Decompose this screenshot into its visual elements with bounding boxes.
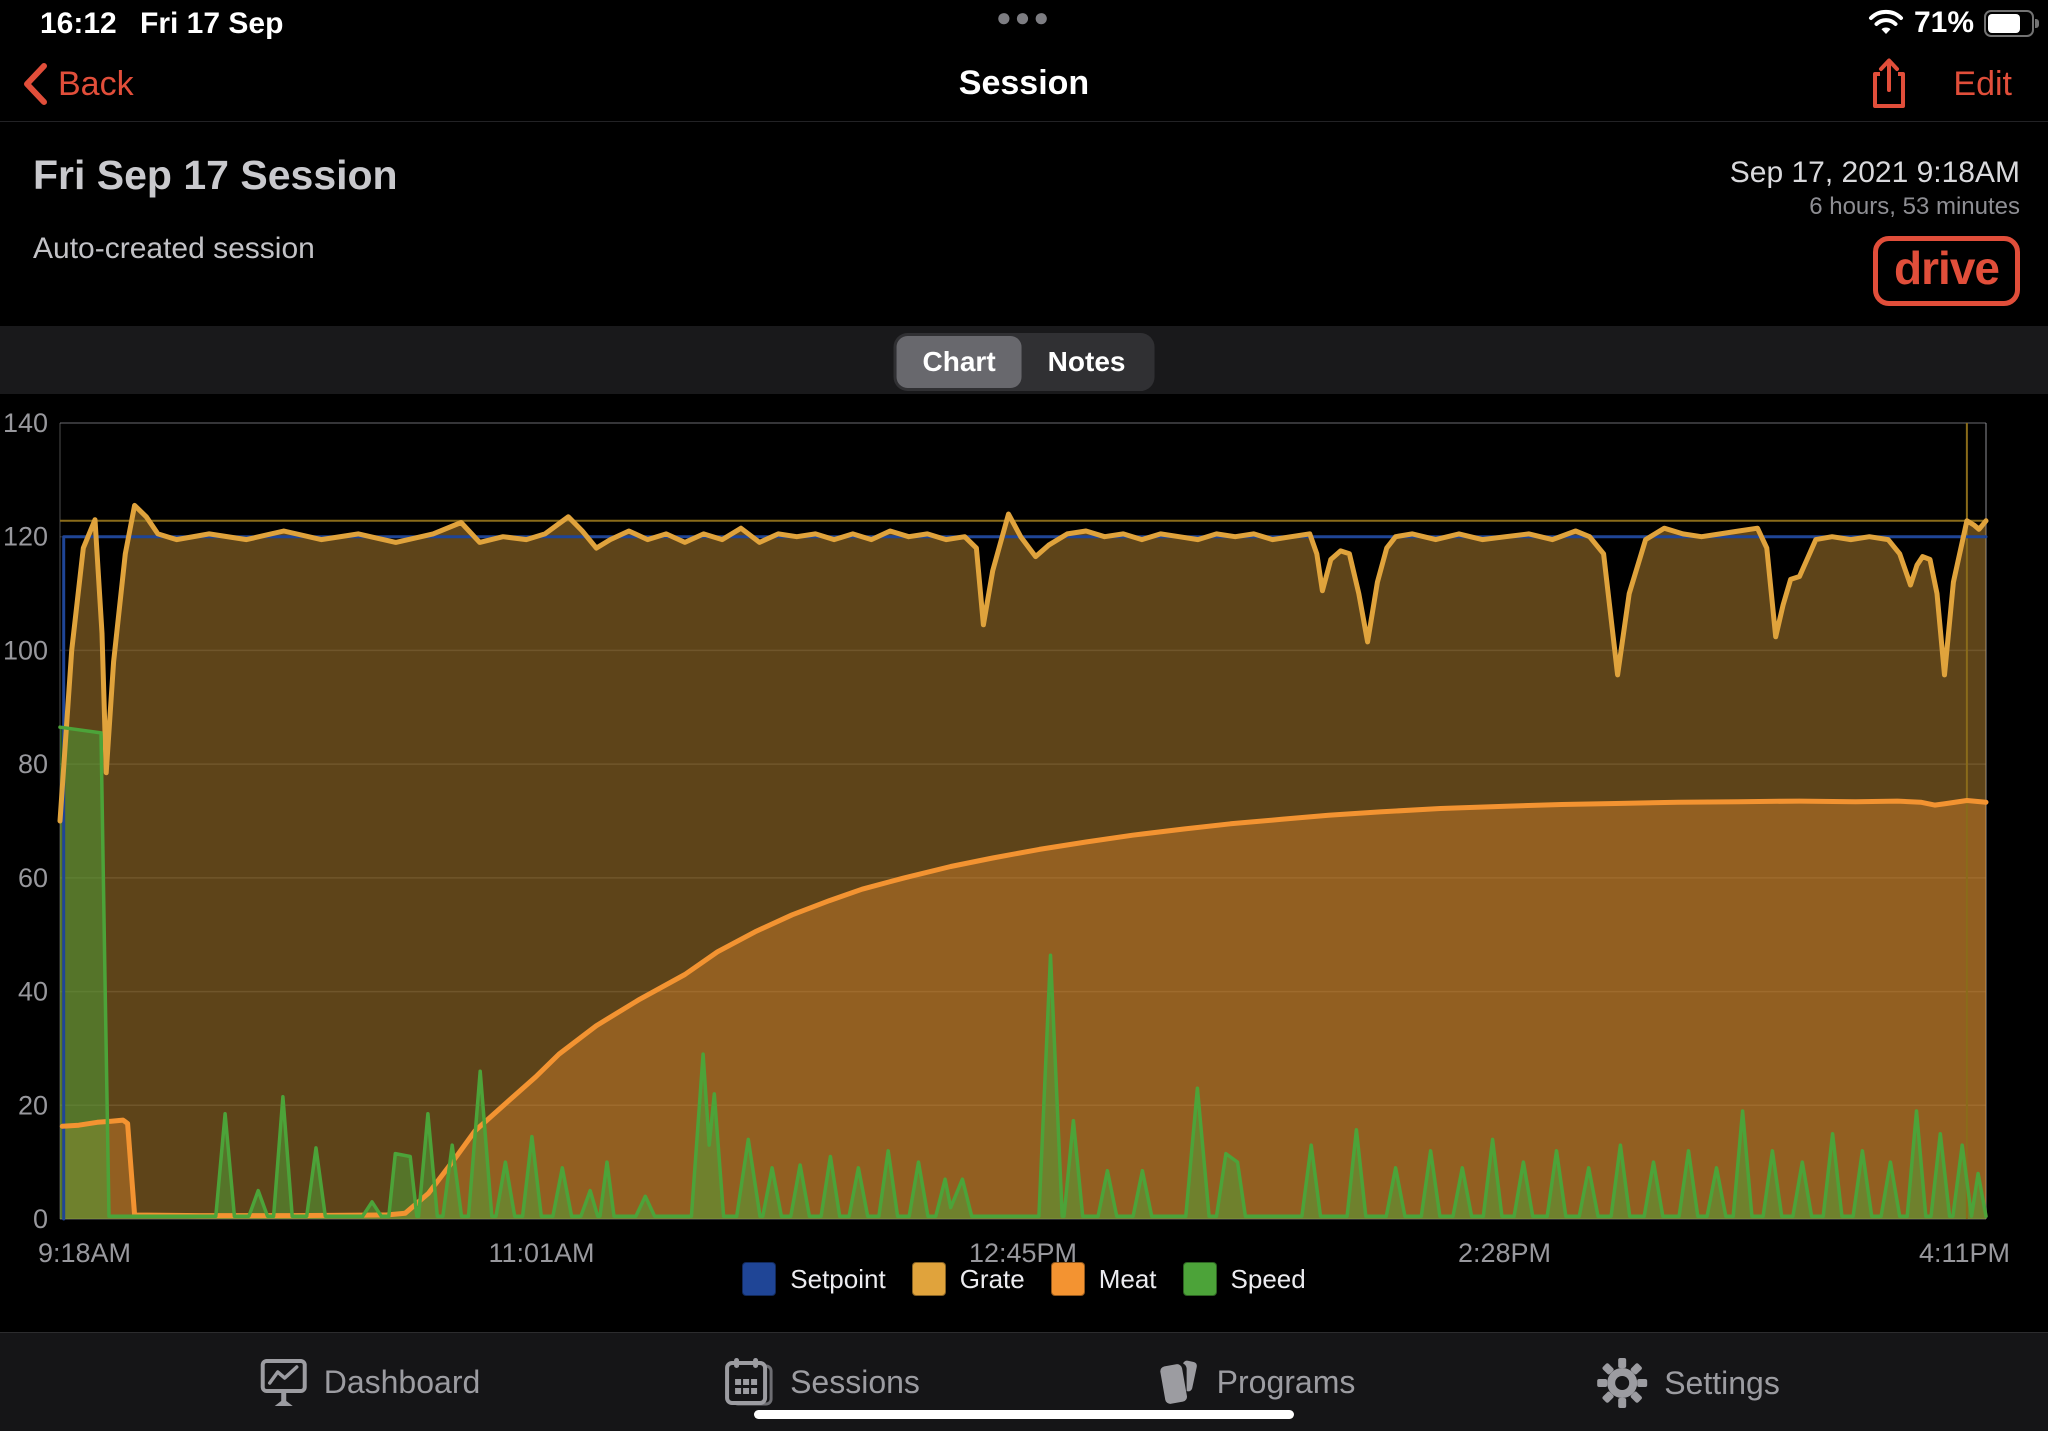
svg-text:140: 140 bbox=[3, 408, 48, 438]
page-title: Session bbox=[959, 64, 1089, 103]
dashboard-icon bbox=[260, 1357, 308, 1407]
session-title: Fri Sep 17 Session bbox=[33, 152, 398, 199]
svg-text:80: 80 bbox=[18, 749, 48, 779]
back-label: Back bbox=[58, 65, 134, 104]
multitasking-dots-icon[interactable]: ●●● bbox=[996, 2, 1052, 33]
back-button[interactable]: Back bbox=[22, 62, 134, 106]
status-bar: 16:12 Fri 17 Sep ●●● 71% bbox=[0, 0, 2048, 44]
session-duration: 6 hours, 53 minutes bbox=[1809, 193, 2020, 221]
nav-bar: Back Session Edit bbox=[0, 44, 2048, 122]
session-subtitle: Auto-created session bbox=[33, 232, 315, 266]
wifi-icon bbox=[1868, 9, 1904, 37]
svg-text:0: 0 bbox=[33, 1204, 48, 1234]
grate-swatch bbox=[912, 1262, 946, 1296]
chevron-left-icon bbox=[22, 62, 48, 106]
tab-notes[interactable]: Notes bbox=[1022, 336, 1152, 388]
tab-settings[interactable]: Settings bbox=[1596, 1357, 1780, 1409]
status-time: 16:12 bbox=[40, 7, 117, 41]
session-chart[interactable]: 0204060801001201409:18AM11:01AM12:45PM2:… bbox=[0, 0, 2048, 1431]
chart-notes-segmented-control: Chart Notes bbox=[894, 333, 1155, 391]
battery-icon bbox=[1984, 10, 2034, 37]
programs-cards-icon bbox=[1155, 1357, 1201, 1407]
legend-item-setpoint: Setpoint bbox=[742, 1262, 885, 1296]
tab-sessions[interactable]: Sessions bbox=[724, 1357, 920, 1407]
drive-logo: drive bbox=[1873, 236, 2020, 306]
session-datetime: Sep 17, 2021 9:18AM bbox=[1730, 156, 2020, 190]
svg-text:120: 120 bbox=[3, 522, 48, 552]
home-indicator[interactable] bbox=[754, 1410, 1294, 1419]
meat-swatch bbox=[1051, 1262, 1085, 1296]
settings-gear-icon bbox=[1596, 1357, 1648, 1409]
tab-programs[interactable]: Programs bbox=[1155, 1357, 1356, 1407]
tab-bar: Dashboard Sessions Programs bbox=[0, 1332, 2048, 1431]
speed-swatch bbox=[1183, 1262, 1217, 1296]
chart-legend: Setpoint Grate Meat Speed bbox=[0, 1262, 2048, 1296]
battery-percent: 71% bbox=[1914, 6, 1974, 40]
legend-item-meat: Meat bbox=[1051, 1262, 1157, 1296]
legend-item-grate: Grate bbox=[912, 1262, 1025, 1296]
status-date: Fri 17 Sep bbox=[140, 7, 283, 41]
setpoint-swatch bbox=[742, 1262, 776, 1296]
legend-item-speed: Speed bbox=[1183, 1262, 1306, 1296]
svg-text:40: 40 bbox=[18, 977, 48, 1007]
edit-button[interactable]: Edit bbox=[1953, 65, 2012, 104]
tab-dashboard[interactable]: Dashboard bbox=[260, 1357, 481, 1407]
tab-chart[interactable]: Chart bbox=[897, 336, 1022, 388]
svg-text:100: 100 bbox=[3, 635, 48, 665]
sessions-calendar-icon bbox=[724, 1357, 774, 1407]
share-icon[interactable] bbox=[1867, 56, 1911, 112]
session-screen: 0204060801001201409:18AM11:01AM12:45PM2:… bbox=[0, 0, 2048, 1431]
svg-text:20: 20 bbox=[18, 1090, 48, 1120]
svg-text:60: 60 bbox=[18, 863, 48, 893]
